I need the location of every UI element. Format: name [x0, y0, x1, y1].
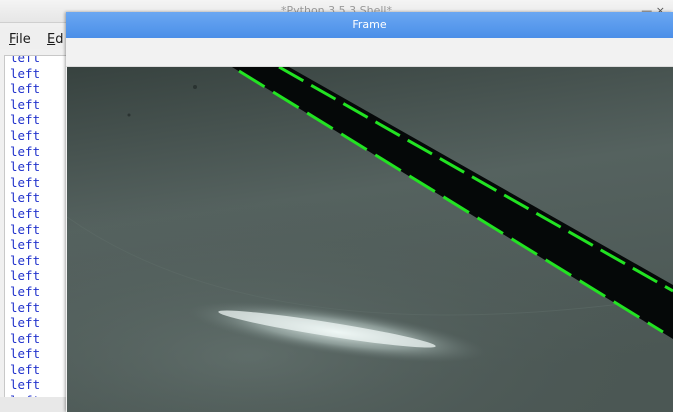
shell-output-line: left	[10, 361, 41, 377]
shell-statusbar	[0, 397, 67, 412]
shell-output-line: left	[10, 252, 41, 268]
shell-output-line: left	[10, 81, 41, 97]
shell-output-line: left	[10, 190, 41, 206]
floor-speck	[127, 113, 131, 117]
shell-output-line: left	[10, 346, 41, 362]
shell-output-lines: left left left left left left left left left left…	[10, 55, 41, 398]
shell-output-line: left	[10, 299, 41, 315]
shell-output-line: left	[10, 174, 41, 190]
shell-output-line: left	[10, 221, 41, 237]
menu-edit-label: d	[55, 32, 64, 47]
frame-toolbar	[66, 38, 673, 67]
shell-output-line: left	[10, 55, 41, 65]
shell-output-line: left	[10, 283, 41, 299]
shell-output-line: left	[10, 96, 41, 112]
shell-output-line: left	[10, 237, 41, 253]
shell-output-line: left	[10, 315, 41, 331]
frame-window[interactable]: Frame	[66, 12, 673, 412]
shell-output-line: left	[10, 65, 41, 81]
shell-output-line: left	[10, 268, 41, 284]
shell-output-line: left	[10, 127, 41, 143]
frame-titlebar[interactable]: Frame	[66, 12, 673, 38]
shell-output-line: left	[10, 112, 41, 128]
shell-output-line: left	[10, 143, 41, 159]
floor-haze	[67, 187, 673, 412]
floor-speck	[193, 85, 197, 89]
desktop: *Python 3.5.3 Shell* — × File Ed left lef…	[0, 0, 673, 412]
camera-image	[67, 67, 673, 412]
menu-edit[interactable]: Ed	[47, 32, 63, 47]
menu-file-label: ile	[15, 32, 31, 47]
shell-output-line: left	[10, 159, 41, 175]
shell-output-line: left	[10, 330, 41, 346]
shell-output-line: left	[10, 377, 41, 393]
shell-output-line: left	[10, 205, 41, 221]
frame-title: Frame	[352, 18, 387, 31]
menu-edit-accel: E	[47, 32, 56, 47]
menu-file[interactable]: File	[9, 32, 31, 47]
shell-output-area[interactable]: left left left left left left left left left left…	[4, 55, 68, 399]
